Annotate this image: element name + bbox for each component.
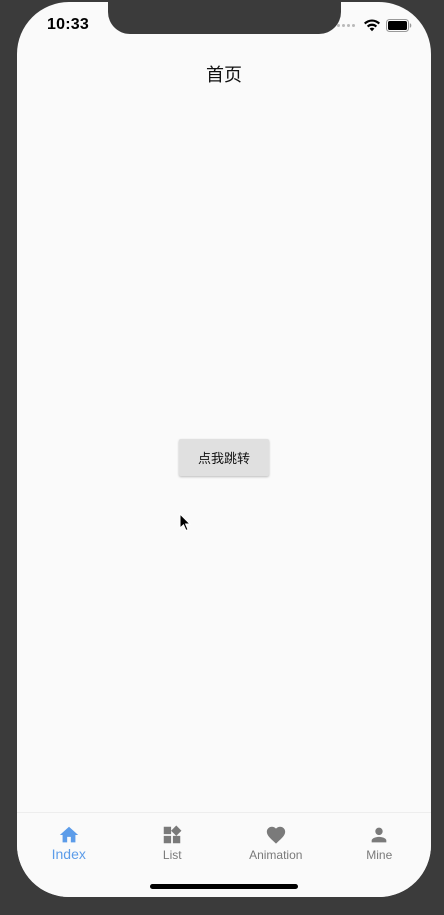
tab-label: Animation bbox=[249, 848, 303, 862]
mouse-cursor-icon bbox=[179, 513, 192, 532]
person-icon bbox=[371, 827, 387, 843]
status-indicators bbox=[337, 17, 412, 33]
device-frame: 10:33 首页 点我跳转 Index List Animation Mine bbox=[0, 0, 444, 915]
tab-mine[interactable]: Mine bbox=[328, 813, 432, 897]
phone-screen: 10:33 首页 点我跳转 Index List Animation Mine bbox=[17, 2, 431, 897]
tab-label: Index bbox=[51, 846, 86, 862]
home-indicator[interactable] bbox=[150, 884, 298, 889]
page-title: 首页 bbox=[206, 65, 242, 86]
device-notch bbox=[108, 2, 341, 34]
wifi-icon bbox=[364, 19, 380, 32]
tab-label: List bbox=[162, 848, 182, 862]
tab-index[interactable]: Index bbox=[17, 813, 121, 897]
tab-label: Mine bbox=[366, 848, 393, 862]
cellular-signal-icon bbox=[337, 23, 357, 27]
battery-icon bbox=[386, 18, 412, 32]
heart-icon bbox=[266, 826, 285, 844]
home-icon bbox=[59, 826, 78, 843]
jump-button[interactable]: 点我跳转 bbox=[179, 439, 269, 476]
widgets-icon bbox=[164, 825, 182, 844]
status-time: 10:33 bbox=[47, 16, 89, 33]
